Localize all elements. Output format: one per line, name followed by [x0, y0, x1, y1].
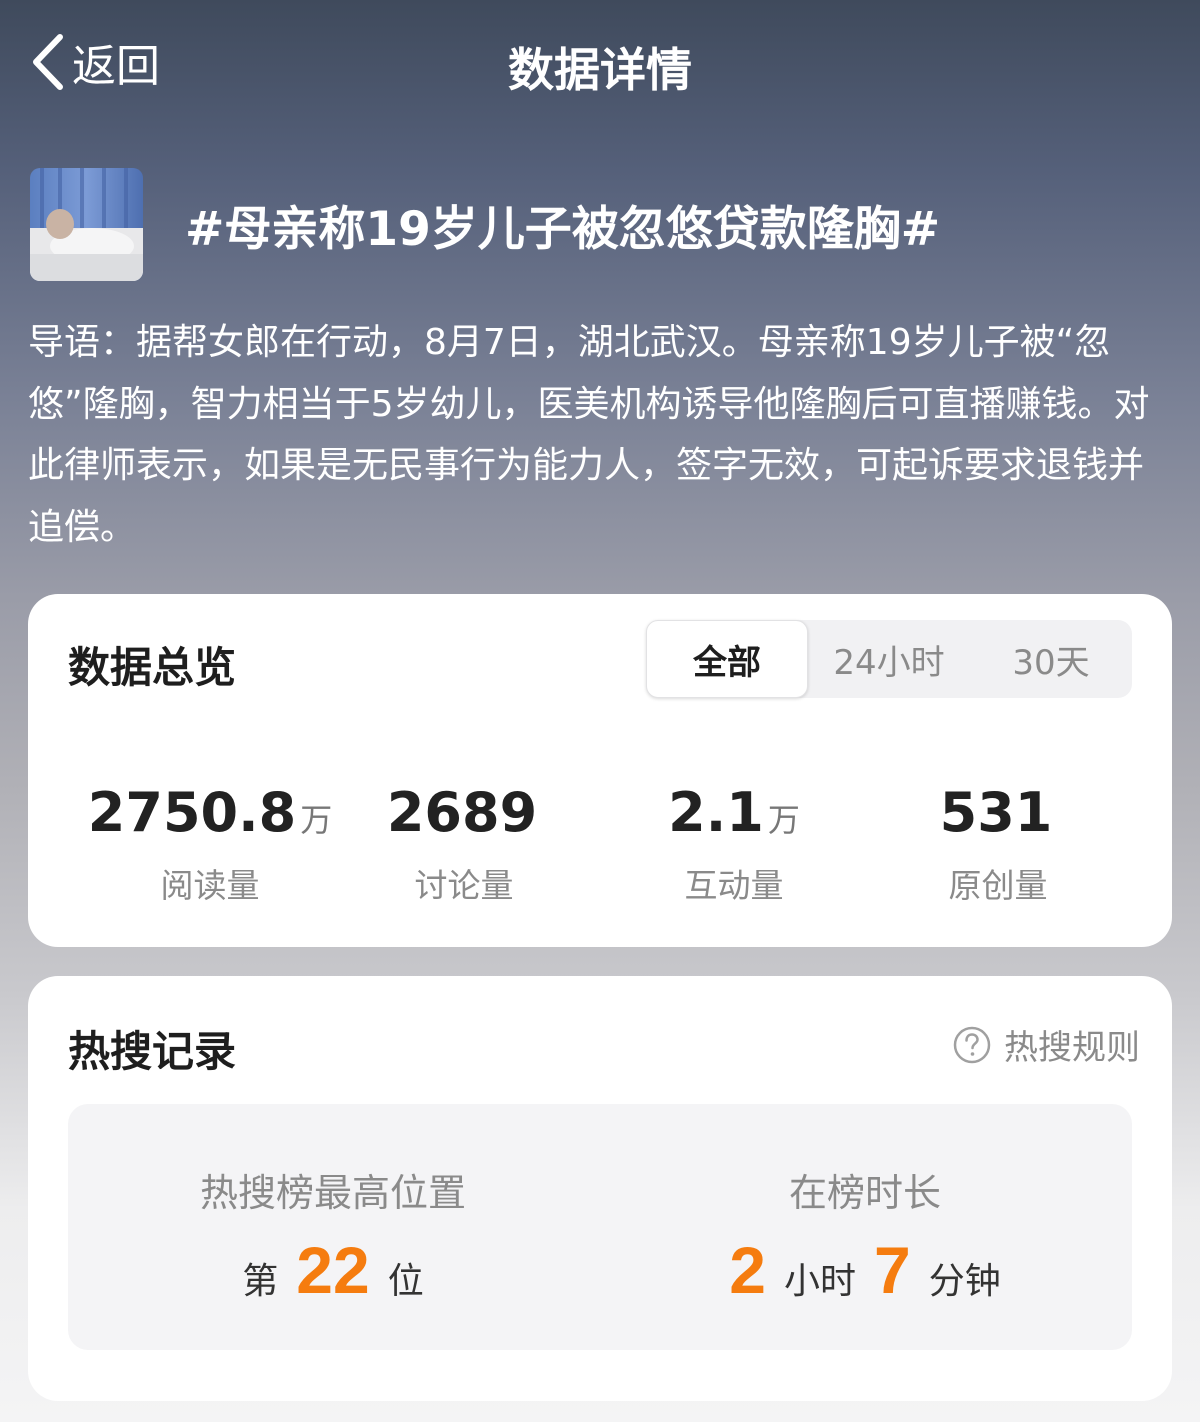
- stat-label: 阅读量: [160, 866, 260, 905]
- stat-value: 531: [858, 782, 1138, 851]
- stat-label: 原创量: [948, 866, 1048, 905]
- topic-thumbnail[interactable]: [30, 167, 143, 281]
- stat-value: 2689: [324, 782, 604, 851]
- stat-label: 讨论量: [414, 866, 514, 905]
- hours-unit: 小时: [783, 1261, 856, 1302]
- stat-interactions: 2.1 万 互动量: [594, 782, 874, 907]
- stat-discussions: 2689 讨论量: [324, 782, 604, 907]
- hot-search-card: 热搜记录 热搜规则 热搜榜最高位置 第 22 位 在榜时长 2 小时 7 分钟: [28, 976, 1172, 1401]
- highest-position-value: 第 22 位: [68, 1232, 598, 1308]
- hours-number: 2: [729, 1233, 766, 1307]
- time-range-tabs: 全部 24小时 30天: [646, 620, 1132, 698]
- stat-unit: 万: [767, 801, 800, 839]
- topic-title: #母亲称19岁儿子被忽悠贷款隆胸#: [185, 201, 941, 257]
- overview-title: 数据总览: [68, 643, 237, 692]
- stats-row: 2750.8 万 阅读量 2689 讨论量 2.1 万 互动量 531 原创量: [28, 782, 1172, 906]
- tab-all[interactable]: 全部: [646, 620, 808, 698]
- stat-reads: 2750.8 万 阅读量: [70, 782, 350, 907]
- tab-24h[interactable]: 24小时: [808, 620, 970, 698]
- topic-thumbnail-image: [30, 167, 143, 281]
- time-on-list: 在榜时长 2 小时 7 分钟: [598, 1104, 1132, 1350]
- stat-originals: 531 原创量: [858, 782, 1138, 907]
- overview-card: 数据总览 全部 24小时 30天 2750.8 万 阅读量 2689 讨论量 2.…: [28, 594, 1172, 947]
- stat-number: 2689: [386, 781, 538, 844]
- hot-search-title: 热搜记录: [68, 1027, 237, 1076]
- question-circle-icon: [953, 1026, 991, 1063]
- time-on-list-value: 2 小时 7 分钟: [598, 1232, 1132, 1308]
- page-title: 数据详情: [508, 43, 692, 97]
- rules-label: 热搜规则: [1004, 1028, 1140, 1068]
- hot-search-rules-link[interactable]: 热搜规则: [952, 1020, 1140, 1069]
- stat-value: 2750.8 万: [70, 782, 350, 851]
- stat-number: 2750.8: [87, 781, 297, 844]
- rank-suffix: 位: [387, 1261, 424, 1302]
- stat-number: 2.1: [668, 781, 764, 844]
- topic-intro: 导语：据帮女郎在行动，8月7日，湖北武汉。母亲称19岁儿子被“忽悠”隆胸，智力相…: [28, 322, 1150, 548]
- minutes-number: 7: [874, 1233, 911, 1307]
- highest-position-label: 热搜榜最高位置: [199, 1171, 466, 1215]
- rank-prefix: 第: [242, 1261, 279, 1302]
- highest-position: 热搜榜最高位置 第 22 位: [68, 1104, 598, 1350]
- stat-value: 2.1 万: [594, 782, 874, 851]
- tab-30d[interactable]: 30天: [970, 620, 1132, 698]
- stat-number: 531: [939, 781, 1053, 844]
- minutes-unit: 分钟: [928, 1261, 1001, 1302]
- topic-header: #母亲称19岁儿子被忽悠贷款隆胸#: [30, 166, 1170, 282]
- navigation-bar: 返回 数据详情: [0, 0, 1200, 130]
- stat-label: 互动量: [684, 866, 784, 905]
- rank-number: 22: [296, 1233, 370, 1307]
- time-on-list-label: 在榜时长: [788, 1171, 941, 1215]
- hot-search-record-box: 热搜榜最高位置 第 22 位 在榜时长 2 小时 7 分钟: [68, 1104, 1132, 1350]
